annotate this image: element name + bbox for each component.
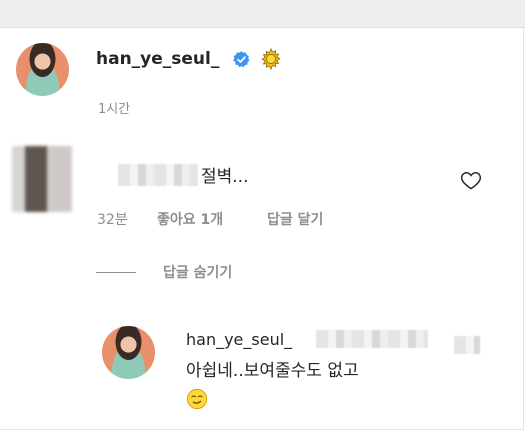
comment-timestamp: 32분: [97, 212, 128, 228]
author-avatar[interactable]: [16, 43, 69, 96]
reply-author-avatar[interactable]: [102, 326, 155, 379]
reply-text: 아쉽네..보여줄수도 없고: [186, 361, 359, 381]
post-timestamp: 1시간: [98, 102, 131, 117]
sun-emoji-icon: [261, 48, 281, 70]
commenter-avatar-blurred[interactable]: [12, 146, 72, 212]
mention-blurred-extra: [454, 336, 480, 354]
comment-text: 절벽...: [201, 167, 249, 187]
mention-blurred[interactable]: [316, 330, 428, 348]
reply-button[interactable]: 답글 달기: [267, 209, 323, 229]
author-username[interactable]: han_ye_seul_: [96, 49, 219, 69]
browser-top-bar: [0, 0, 525, 28]
reply-author-username[interactable]: han_ye_seul_: [186, 330, 292, 349]
verified-badge-icon: [233, 51, 250, 68]
commenter-username-blurred[interactable]: [118, 164, 198, 186]
hide-replies-button[interactable]: 답글 숨기기: [163, 262, 232, 282]
like-heart-icon[interactable]: [460, 170, 482, 190]
smirk-emoji-icon: [186, 388, 208, 410]
comment-likes-link[interactable]: 좋아요 1개: [157, 209, 223, 229]
hide-replies-divider: [96, 272, 136, 273]
